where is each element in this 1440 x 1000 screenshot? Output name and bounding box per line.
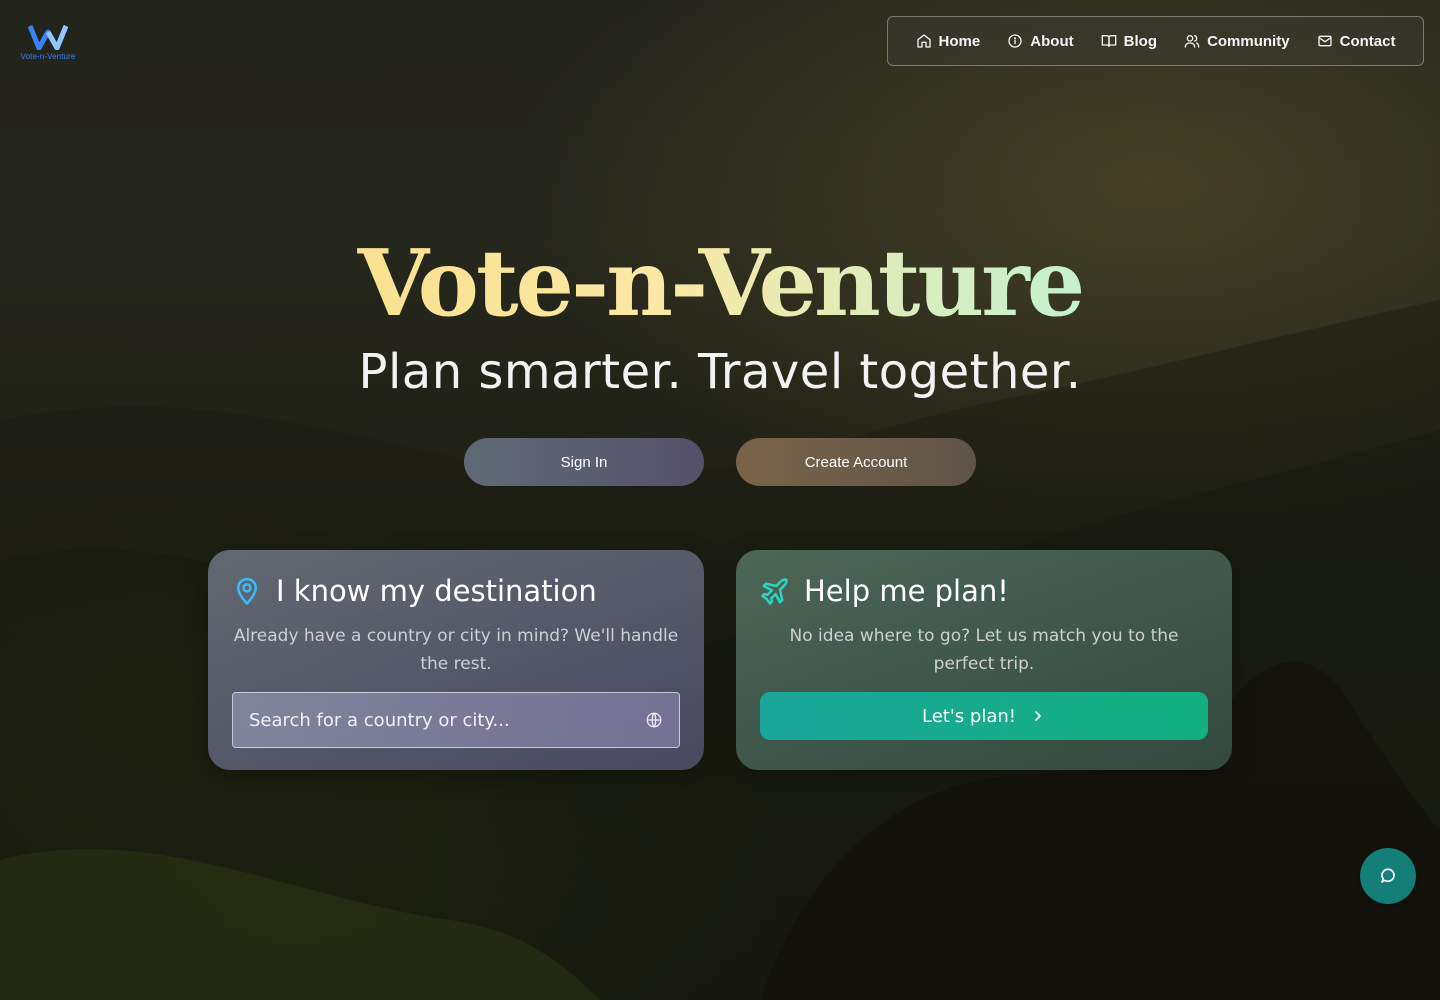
info-icon — [1008, 34, 1022, 48]
book-icon — [1101, 35, 1117, 47]
sign-in-button[interactable]: Sign In — [464, 438, 704, 486]
hero-title: Vote-n-Venture — [0, 228, 1440, 338]
globe-icon[interactable] — [645, 711, 663, 729]
hero-subtitle: Plan smarter. Travel together. — [358, 344, 1082, 400]
nav-item-community[interactable]: Community — [1184, 33, 1290, 50]
logo-text: Vote-n-Venture — [20, 52, 76, 61]
destination-card-header: I know my destination — [232, 574, 680, 608]
logo-mark-icon — [28, 25, 68, 50]
destination-search-box — [232, 692, 680, 748]
nav-item-contact[interactable]: Contact — [1317, 32, 1396, 50]
nav-item-home[interactable]: Home — [916, 32, 981, 50]
plan-card-header: Help me plan! — [760, 574, 1208, 608]
destination-card-description: Already have a country or city in mind? … — [233, 626, 679, 674]
nav-item-about[interactable]: About — [1007, 32, 1074, 50]
users-icon — [1184, 35, 1200, 48]
plan-card: Help me plan! No idea where to go? Let u… — [736, 550, 1232, 770]
create-account-button[interactable]: Create Account — [736, 438, 976, 486]
mail-icon — [1317, 35, 1332, 47]
home-icon — [916, 34, 931, 48]
destination-search-input[interactable] — [249, 709, 645, 731]
chat-button[interactable] — [1360, 848, 1416, 904]
nav-label-community: Community — [1207, 32, 1290, 50]
destination-card-title: I know my destination — [276, 574, 597, 608]
top-navigation: Home About Blog Community Contact — [887, 16, 1424, 66]
plane-icon — [761, 578, 788, 605]
nav-label-home: Home — [938, 32, 981, 50]
brand-logo[interactable]: Vote-n-Venture — [18, 24, 78, 61]
plan-card-title: Help me plan! — [804, 574, 1009, 608]
nav-item-blog[interactable]: Blog — [1101, 33, 1157, 50]
nav-label-contact: Contact — [1339, 32, 1396, 50]
chevron-right-icon — [1035, 711, 1041, 721]
map-pin-icon — [237, 577, 257, 605]
lets-plan-label: Let's plan! — [922, 705, 1016, 727]
nav-label-about: About — [1030, 32, 1074, 50]
nav-label-blog: Blog — [1123, 32, 1157, 50]
chat-bubble-icon — [1381, 868, 1395, 883]
destination-card: I know my destination Already have a cou… — [208, 550, 704, 770]
background-shade — [0, 0, 1440, 1000]
lets-plan-button[interactable]: Let's plan! — [760, 692, 1208, 740]
plan-card-description: No idea where to go? Let us match you to… — [789, 626, 1179, 674]
